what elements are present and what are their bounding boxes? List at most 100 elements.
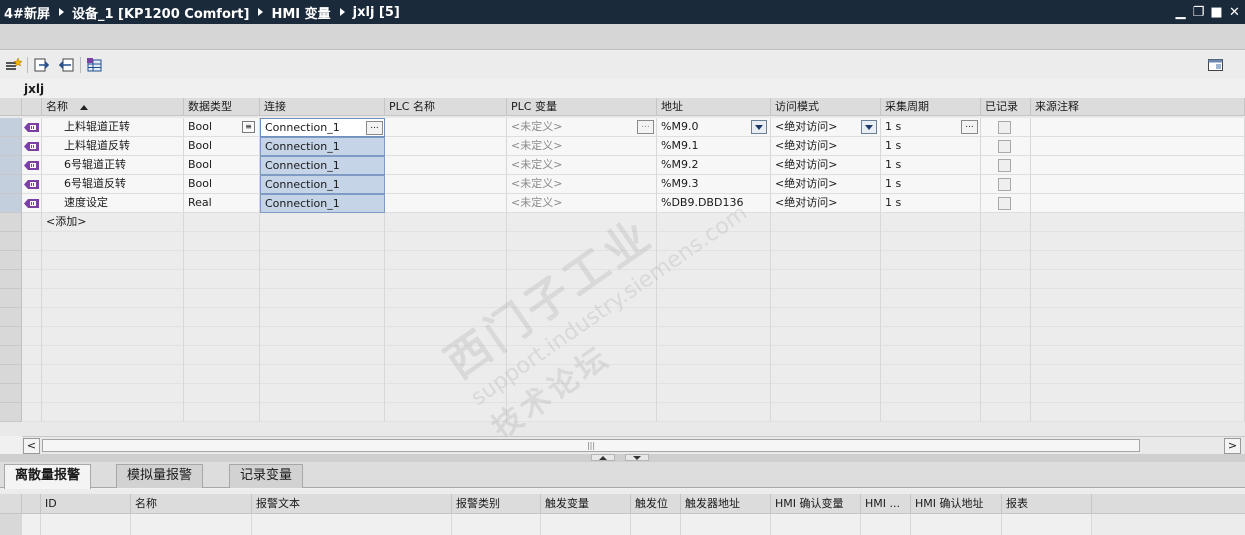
cell-access-mode[interactable]: <绝对访问> <box>771 175 881 194</box>
cell-access-mode[interactable]: <绝对访问> <box>771 137 881 156</box>
cell-name[interactable]: 6号辊道正转 <box>42 156 184 175</box>
cell-connection[interactable]: Connection_1 <box>260 156 385 175</box>
minimize-icon[interactable]: ▁ <box>1174 6 1187 19</box>
logged-checkbox[interactable] <box>998 178 1011 191</box>
logged-checkbox[interactable] <box>998 197 1011 210</box>
scroll-left-button[interactable]: < <box>23 438 40 454</box>
cell-access-mode[interactable]: <绝对访问> <box>771 118 881 137</box>
tag-table-icon[interactable] <box>85 56 105 74</box>
export-icon[interactable] <box>32 56 52 74</box>
list-icon[interactable]: ≡ <box>242 121 255 133</box>
tab-discrete-alarms[interactable]: 离散量报警 <box>4 464 92 489</box>
cell-cycle[interactable]: 1 s <box>881 137 981 156</box>
cell-plc-tag[interactable]: <未定义> <box>507 156 657 175</box>
column-header-logged[interactable]: 已记录 <box>981 98 1031 116</box>
alarm-column-text[interactable]: 报警文本 <box>252 494 452 514</box>
cell-plc-tag[interactable]: <未定义> <box>507 137 657 156</box>
alarm-column-trigger-address[interactable]: 触发器地址 <box>681 494 771 514</box>
cell-data-type[interactable]: Real <box>184 194 260 213</box>
add-new-tag[interactable]: <添加> <box>42 213 184 232</box>
cell-access-mode[interactable]: <绝对访问> <box>771 156 881 175</box>
cell-cycle[interactable]: 1 s <box>881 156 981 175</box>
cell-name[interactable]: 速度设定 <box>42 194 184 213</box>
column-header-access-mode[interactable]: 访问模式 <box>771 98 881 116</box>
row-header[interactable] <box>0 137 22 156</box>
cell-connection[interactable]: Connection_1 <box>260 175 385 194</box>
cell-comment[interactable] <box>1031 175 1245 194</box>
row-header[interactable] <box>0 194 22 213</box>
column-header-plc-name[interactable]: PLC 名称 <box>385 98 507 116</box>
cell-comment[interactable] <box>1031 137 1245 156</box>
cell-data-type[interactable]: Bool <box>184 156 260 175</box>
column-header-acquisition-cycle[interactable]: 采集周期 <box>881 98 981 116</box>
cell-plc-tag[interactable]: <未定义> <box>507 194 657 213</box>
cell-plc-name[interactable] <box>385 175 507 194</box>
cell-address[interactable]: %M9.0 <box>657 118 771 137</box>
import-icon[interactable] <box>56 56 76 74</box>
column-header-source-comment[interactable]: 来源注释 <box>1031 98 1245 116</box>
cell-plc-name[interactable] <box>385 137 507 156</box>
column-header-connection[interactable]: 连接 <box>260 98 385 116</box>
alarm-column-ack-address[interactable]: HMI 确认地址 <box>911 494 1002 514</box>
browse-button[interactable]: ... <box>961 120 978 134</box>
cell-address[interactable]: %M9.2 <box>657 156 771 175</box>
alarm-column-hmi-ack-bit[interactable]: HMI ... <box>861 494 911 514</box>
breadcrumb-device[interactable]: 设备_1 [KP1200 Comfort] <box>72 3 250 22</box>
cell-address[interactable]: %M9.1 <box>657 137 771 156</box>
cell-connection[interactable]: Connection_1 <box>260 137 385 156</box>
alarm-column-id[interactable]: ID <box>41 494 131 514</box>
logged-checkbox[interactable] <box>998 140 1011 153</box>
table-row[interactable]: 6号辊道反转 Bool Connection_1 <未定义> %M9.3 <绝对… <box>0 175 1245 194</box>
row-header[interactable] <box>0 118 22 137</box>
alarm-column-trigger-tag[interactable]: 触发变量 <box>541 494 631 514</box>
restore-icon[interactable]: ❐ <box>1192 6 1205 19</box>
add-tag-icon[interactable] <box>4 56 24 74</box>
panel-layout-icon[interactable] <box>1206 56 1226 74</box>
cell-access-mode[interactable]: <绝对访问> <box>771 194 881 213</box>
cell-plc-name[interactable] <box>385 118 507 137</box>
cell-plc-name[interactable] <box>385 194 507 213</box>
alarm-column-name[interactable]: 名称 <box>131 494 252 514</box>
cell-cycle[interactable]: 1 s... <box>881 118 981 137</box>
logged-checkbox[interactable] <box>998 121 1011 134</box>
cell-data-type[interactable]: Bool ≡ <box>184 118 260 137</box>
collapse-down-icon[interactable] <box>625 454 649 461</box>
panel-splitter[interactable] <box>0 454 1245 462</box>
alarm-column-trigger-bit[interactable]: 触发位 <box>631 494 681 514</box>
cell-address[interactable]: %M9.3 <box>657 175 771 194</box>
maximize-icon[interactable]: ■ <box>1210 6 1223 19</box>
cell-comment[interactable] <box>1031 156 1245 175</box>
column-header-plc-tag[interactable]: PLC 变量 <box>507 98 657 116</box>
tab-analog-alarms[interactable]: 模拟量报警 <box>116 464 204 488</box>
cell-plc-tag[interactable]: <未定义>... <box>507 118 657 137</box>
alarm-column-report[interactable]: 报表 <box>1002 494 1092 514</box>
cell-comment[interactable] <box>1031 118 1245 137</box>
column-header-address[interactable]: 地址 <box>657 98 771 116</box>
cell-plc-tag[interactable]: <未定义> <box>507 175 657 194</box>
cell-cycle[interactable]: 1 s <box>881 175 981 194</box>
column-header-data-type[interactable]: 数据类型 <box>184 98 260 116</box>
cell-name[interactable]: 上料辊道反转 <box>42 137 184 156</box>
breadcrumb-hmi-tags[interactable]: HMI 变量 <box>271 3 330 22</box>
cell-address[interactable]: %DB9.DBD136 <box>657 194 771 213</box>
cell-data-type[interactable]: Bool <box>184 175 260 194</box>
row-header[interactable] <box>0 175 22 194</box>
cell-connection[interactable]: Connection_1 <box>260 194 385 213</box>
logged-checkbox[interactable] <box>998 159 1011 172</box>
tab-logging-tags[interactable]: 记录变量 <box>229 464 304 488</box>
table-row[interactable]: 上料辊道正转 Bool ≡ Connection_1... <未定义>... %M… <box>0 118 1245 137</box>
scroll-right-button[interactable]: > <box>1224 438 1241 454</box>
browse-button[interactable]: ... <box>637 120 654 134</box>
cell-data-type[interactable]: Bool <box>184 137 260 156</box>
table-row[interactable]: 上料辊道反转 Bool Connection_1 <未定义> %M9.1 <绝对… <box>0 137 1245 156</box>
cell-plc-name[interactable] <box>385 156 507 175</box>
add-row[interactable]: <添加> <box>0 213 1245 232</box>
breadcrumb-project[interactable]: 4#新屏 <box>4 3 50 22</box>
chevron-down-icon[interactable] <box>861 120 877 134</box>
chevron-down-icon[interactable] <box>751 120 767 134</box>
cell-name[interactable]: 上料辊道正转 <box>42 118 184 137</box>
browse-button[interactable]: ... <box>366 121 383 135</box>
table-row[interactable]: 速度设定 Real Connection_1 <未定义> %DB9.DBD136… <box>0 194 1245 213</box>
alarm-column-class[interactable]: 报警类别 <box>452 494 541 514</box>
breadcrumb-tag-table[interactable]: jxlj [5] <box>353 5 400 20</box>
